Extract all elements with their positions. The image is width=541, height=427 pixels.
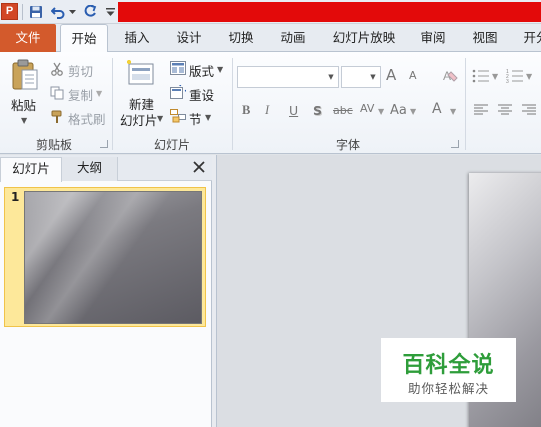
tab-design[interactable]: 设计 — [168, 24, 210, 52]
layout-icon — [170, 61, 186, 75]
copy-button[interactable]: 复制 — [68, 85, 93, 104]
slide-thumbnail-image[interactable] — [24, 191, 202, 324]
redo-icon[interactable] — [82, 4, 98, 20]
format-painter-button[interactable]: 格式刷 — [68, 109, 106, 128]
paste-dropdown-icon[interactable]: ▼ — [21, 116, 27, 125]
bold-button[interactable]: B — [242, 103, 250, 118]
svg-text:3: 3 — [506, 79, 509, 84]
font-name-dropdown-icon[interactable]: ▼ — [324, 67, 338, 87]
format-painter-icon — [50, 110, 64, 124]
save-icon[interactable] — [28, 4, 44, 20]
bullets-icon[interactable] — [472, 68, 490, 84]
section-button[interactable]: 节 — [189, 109, 202, 128]
new-slide-label-2[interactable]: 幻灯片 — [120, 110, 158, 129]
clipboard-launcher-icon[interactable] — [100, 140, 108, 148]
close-icon[interactable] — [192, 160, 206, 174]
font-launcher-icon[interactable] — [451, 140, 459, 148]
font-size-dropdown-icon[interactable]: ▼ — [366, 67, 380, 87]
align-right-icon[interactable] — [521, 103, 537, 117]
font-color-dropdown-icon[interactable]: ▼ — [450, 107, 456, 116]
tab-home[interactable]: 开始 — [60, 24, 108, 53]
change-case-dropdown-icon[interactable]: ▼ — [410, 107, 416, 116]
bullets-dropdown-icon[interactable]: ▼ — [492, 72, 498, 81]
tab-insert[interactable]: 插入 — [117, 24, 157, 52]
font-size-combo[interactable]: ▼ — [341, 66, 381, 88]
strikethrough-button[interactable]: abc — [333, 104, 353, 117]
group-separator — [465, 58, 466, 150]
scissors-icon — [50, 62, 64, 76]
reset-button[interactable]: 重设 — [189, 85, 214, 104]
align-left-icon[interactable] — [473, 103, 489, 117]
paste-icon[interactable] — [10, 58, 40, 92]
underline-button[interactable]: U — [289, 103, 298, 118]
text-shadow-button[interactable]: S — [313, 103, 322, 118]
clipboard-group-label: 剪贴板 — [35, 138, 72, 152]
italic-button[interactable]: I — [265, 103, 269, 118]
font-color-button[interactable]: A — [432, 101, 442, 117]
undo-dropdown-icon[interactable] — [67, 4, 77, 20]
tab-view[interactable]: 视图 — [465, 24, 505, 52]
slides-panel: 幻灯片 大纲 1 — [0, 155, 212, 427]
slides-group-label: 幻灯片 — [153, 138, 190, 152]
tab-animations[interactable]: 动画 — [272, 24, 314, 52]
panel-tabs: 幻灯片 大纲 — [0, 155, 212, 182]
title-bar — [118, 2, 541, 22]
tab-review[interactable]: 审阅 — [413, 24, 453, 52]
character-spacing-dropdown-icon[interactable]: ▼ — [378, 107, 384, 116]
tab-file[interactable]: 文件 — [0, 24, 56, 52]
clear-formatting-icon[interactable]: A — [441, 66, 461, 86]
quick-access-toolbar: P — [0, 0, 541, 24]
section-icon — [170, 109, 186, 123]
watermark-logo: 百科全说 助你轻松解决 — [381, 338, 516, 402]
tab-slides[interactable]: 幻灯片 — [0, 157, 62, 182]
new-slide-icon[interactable] — [124, 58, 156, 90]
numbering-icon[interactable]: 123 — [506, 68, 524, 85]
section-dropdown-icon[interactable]: ▼ — [205, 113, 211, 122]
font-name-combo[interactable]: ▼ — [237, 66, 339, 88]
watermark-title: 百科全说 — [402, 353, 495, 378]
grow-font-icon[interactable]: A — [386, 66, 396, 84]
watermark-subtitle: 助你轻松解决 — [407, 381, 489, 396]
character-spacing-button[interactable]: AV — [360, 102, 374, 115]
tab-outline[interactable]: 大纲 — [62, 157, 118, 181]
layout-dropdown-icon[interactable]: ▼ — [217, 65, 223, 74]
ribbon-tabs: 文件 开始 插入 设计 切换 动画 幻灯片放映 审阅 视图 开分 — [0, 24, 541, 53]
new-slide-dropdown-icon[interactable]: ▼ — [157, 114, 163, 123]
numbering-dropdown-icon[interactable]: ▼ — [526, 72, 532, 81]
reset-icon — [170, 82, 189, 99]
change-case-button[interactable]: Aa — [390, 103, 407, 118]
align-center-icon[interactable] — [497, 103, 513, 117]
tab-transitions[interactable]: 切换 — [221, 24, 261, 52]
layout-button[interactable]: 版式 — [189, 61, 214, 80]
tab-more[interactable]: 开分 — [518, 24, 541, 52]
copy-icon — [50, 86, 64, 100]
ribbon: 粘贴 ▼ 剪切 复制 ▼ 格式刷 剪贴板 新建 幻灯片 ▼ 版式 ▼ 重设 节 … — [0, 52, 541, 154]
qat-separator — [22, 4, 23, 20]
cut-button[interactable]: 剪切 — [68, 61, 93, 80]
copy-dropdown-icon[interactable]: ▼ — [96, 89, 102, 98]
undo-icon[interactable] — [50, 4, 66, 20]
shrink-font-icon[interactable]: A — [409, 69, 417, 82]
paste-button[interactable]: 粘贴 — [11, 95, 36, 114]
powerpoint-app-icon[interactable]: P — [1, 3, 18, 20]
tab-slideshow[interactable]: 幻灯片放映 — [326, 24, 402, 52]
slide-thumbnail-selected[interactable]: 1 — [4, 187, 206, 327]
customize-qat-icon[interactable] — [104, 4, 116, 20]
slide-number: 1 — [11, 190, 20, 204]
font-group-label: 字体 — [335, 138, 360, 152]
